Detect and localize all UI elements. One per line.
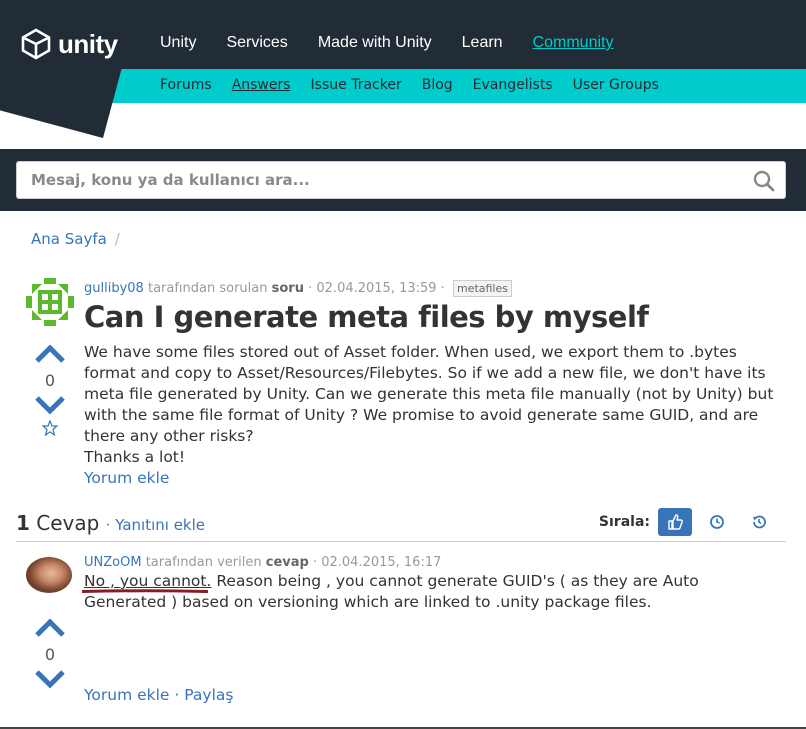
search-box [16, 161, 786, 199]
search-icon[interactable] [753, 170, 775, 192]
nav-unity[interactable]: Unity [160, 34, 196, 52]
sort-by-oldest-button[interactable] [742, 508, 776, 536]
answer-share[interactable]: Paylaş [184, 686, 233, 704]
answers-count-label: Cevap [36, 511, 100, 535]
answers-count-number: 1 [16, 511, 30, 535]
question-by-text: tarafından sorulan [147, 281, 268, 296]
answer-upvote-icon[interactable] [34, 617, 66, 639]
question-vote-panel: 0 [30, 343, 70, 436]
sort-controls: Sırala: [599, 508, 776, 536]
nav-learn[interactable]: Learn [462, 34, 503, 52]
subnav-issue-tracker[interactable]: Issue Tracker [311, 77, 402, 93]
tag-metafiles[interactable]: metafiles [452, 280, 512, 297]
search-band [0, 149, 806, 211]
search-input[interactable] [17, 162, 737, 198]
breadcrumb-separator: / [114, 230, 120, 248]
answer-date: · 02.04.2015, 16:17 [312, 555, 442, 570]
answer-highlight: No , you cannot. [84, 572, 212, 590]
subnav-evangelists[interactable]: Evangelists [473, 77, 553, 93]
answer-by-text: tarafından verilen [145, 555, 262, 570]
answer-actions-separator: · [169, 686, 185, 704]
sort-by-newest-button[interactable] [700, 508, 734, 536]
sub-nav: Forums Answers Issue Tracker Blog Evange… [160, 77, 659, 93]
answer-add-comment[interactable]: Yorum ekle [84, 686, 169, 704]
main-nav: Unity Services Made with Unity Learn Com… [160, 34, 613, 52]
history-icon [753, 515, 766, 529]
nav-made-with-unity[interactable]: Made with Unity [318, 34, 432, 52]
subnav-answers[interactable]: Answers [232, 77, 291, 93]
answer-vote-panel: 0 [30, 617, 70, 690]
answer-author[interactable]: UNZoOM [84, 555, 142, 570]
red-underline-annotation [82, 589, 208, 593]
answer-kind: cevap [265, 555, 309, 570]
logo-text: unity [58, 28, 118, 59]
unity-cube-icon [21, 28, 51, 60]
answers-header: 1 Cevap · Yanıtını ekle Sırala: [16, 508, 786, 542]
nav-services[interactable]: Services [226, 34, 287, 52]
logo-block [0, 0, 140, 138]
answer-vote-count: 0 [44, 645, 56, 664]
answer-downvote-icon[interactable] [34, 668, 66, 690]
question-date: · 02.04.2015, 13:59 · [308, 281, 445, 296]
question-text: We have some files stored out of Asset f… [84, 343, 774, 445]
question-kind: soru [271, 281, 304, 296]
nav-community[interactable]: Community [533, 34, 614, 52]
downvote-icon[interactable] [34, 394, 66, 416]
sort-label: Sırala: [598, 514, 650, 530]
upvote-icon[interactable] [34, 343, 66, 365]
subnav-user-groups[interactable]: User Groups [573, 77, 659, 93]
question-author-avatar[interactable] [26, 278, 74, 326]
favorite-star-icon[interactable] [42, 420, 58, 436]
question-thanks: Thanks a lot! [84, 448, 186, 466]
answer-author-avatar[interactable] [26, 557, 72, 593]
answer-meta: UNZoOM tarafından verilen cevap · 02.04.… [84, 555, 441, 570]
breadcrumb-home[interactable]: Ana Sayfa [31, 230, 107, 248]
question-body: We have some files stored out of Asset f… [84, 342, 774, 489]
subnav-blog[interactable]: Blog [422, 77, 453, 93]
clock-icon [710, 515, 724, 529]
unity-logo[interactable]: unity [20, 28, 118, 60]
subnav-forums[interactable]: Forums [160, 77, 212, 93]
question-vote-count: 0 [44, 371, 56, 390]
answer-actions: Yorum ekle · Paylaş [84, 686, 233, 704]
answers-count: 1 Cevap · Yanıtını ekle [16, 511, 205, 535]
question-meta: gulliby08 tarafından sorulan soru · 02.0… [84, 280, 512, 297]
thumbs-up-icon [668, 514, 683, 530]
add-answer-link[interactable]: · Yanıtını ekle [106, 516, 205, 534]
breadcrumb: Ana Sayfa / [31, 230, 120, 248]
question-add-comment[interactable]: Yorum ekle [84, 469, 169, 487]
question-title: Can I generate meta files by myself [84, 300, 649, 334]
question-author[interactable]: gulliby08 [84, 281, 144, 296]
sort-by-votes-button[interactable] [658, 508, 692, 536]
